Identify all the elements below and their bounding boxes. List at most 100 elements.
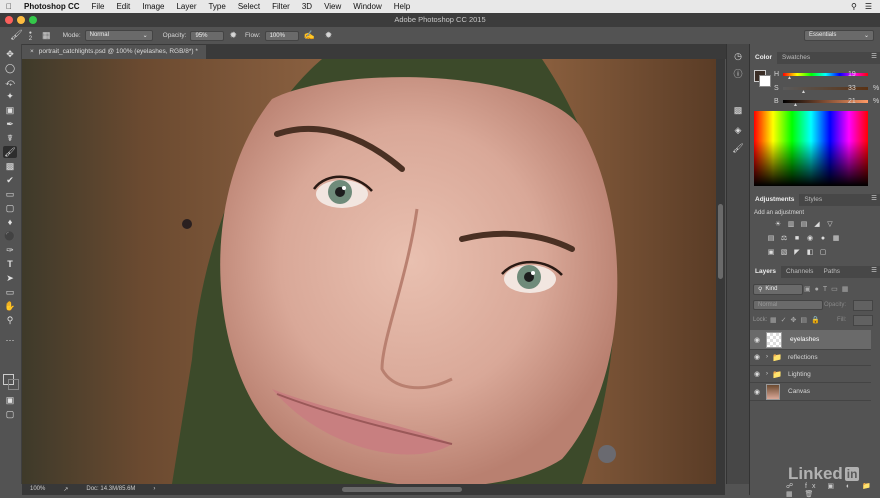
color-balance-adjustment-icon[interactable]: ⚖: [780, 235, 788, 243]
clone-stamp-tool-icon[interactable]: ▩: [3, 160, 17, 172]
levels-adjustment-icon[interactable]: ▥: [787, 221, 795, 229]
apple-menu-icon[interactable]: : [0, 2, 18, 11]
layer-row-eyelashes[interactable]: ◉ eyelashes: [750, 330, 871, 350]
document-canvas[interactable]: [22, 59, 716, 484]
layer-name[interactable]: Lighting: [788, 371, 811, 378]
exposure-adjustment-icon[interactable]: ◢: [813, 221, 821, 229]
pen-tool-icon[interactable]: ✑: [3, 244, 17, 256]
s-value[interactable]: 33: [848, 85, 856, 92]
opacity-field[interactable]: 95%: [190, 30, 225, 41]
background-color-swatch[interactable]: [759, 75, 771, 87]
clone-source-icon[interactable]: ◈: [732, 124, 744, 136]
zoom-tool-icon[interactable]: ⚲: [3, 314, 17, 326]
menu-filter[interactable]: Filter: [266, 2, 296, 11]
photo-filter-adjustment-icon[interactable]: ◉: [806, 235, 814, 243]
saturation-slider-thumb[interactable]: ▲: [801, 89, 806, 95]
visibility-eye-icon[interactable]: ◉: [750, 353, 764, 361]
layer-row-reflections[interactable]: ◉ › 📁 reflections: [750, 349, 871, 366]
pressure-size-icon[interactable]: ✹: [325, 30, 333, 41]
menu-layer[interactable]: Layer: [170, 2, 202, 11]
brush-tool-icon[interactable]: 🖌: [10, 30, 23, 41]
screen-mode-icon[interactable]: ▢: [3, 408, 17, 420]
channel-mixer-adjustment-icon[interactable]: ●: [819, 235, 827, 243]
b-value[interactable]: 21: [848, 98, 856, 105]
brightness-adjustment-icon[interactable]: ☀: [774, 221, 782, 229]
layer-filter-icons[interactable]: ▣●T▭▦: [804, 285, 852, 293]
menu-edit[interactable]: Edit: [110, 2, 136, 11]
color-lookup-adjustment-icon[interactable]: ▦: [832, 235, 840, 243]
menu-type[interactable]: Type: [202, 2, 231, 11]
type-tool-icon[interactable]: T: [3, 258, 17, 270]
menu-view[interactable]: View: [318, 2, 347, 11]
gradient-tool-icon[interactable]: ▢: [3, 202, 17, 214]
lock-icons[interactable]: ▦✓✥▤🔒: [770, 316, 824, 324]
menu-list-icon[interactable]: ☰: [865, 2, 872, 11]
color-spectrum[interactable]: [754, 111, 868, 186]
vertical-scroll-thumb[interactable]: [718, 204, 723, 279]
expand-group-icon[interactable]: ›: [766, 371, 768, 377]
horizontal-scroll-thumb[interactable]: [342, 487, 462, 492]
mode-select[interactable]: Normal ⌄: [84, 30, 153, 41]
fill-field[interactable]: [853, 315, 873, 326]
workspace-select[interactable]: Essentials ⌄: [804, 30, 874, 41]
rectangle-tool-icon[interactable]: ▭: [3, 286, 17, 298]
menu-select[interactable]: Select: [232, 2, 266, 11]
h-value[interactable]: 19: [848, 71, 856, 78]
move-tool-icon[interactable]: ✥: [3, 48, 17, 60]
history-brush-tool-icon[interactable]: ✔: [3, 174, 17, 186]
airbrush-icon[interactable]: ✍: [304, 30, 315, 41]
layer-opacity-field[interactable]: [853, 300, 873, 311]
marquee-tool-icon[interactable]: ◯: [3, 62, 17, 74]
black-white-adjustment-icon[interactable]: ■: [793, 235, 801, 243]
menu-3d[interactable]: 3D: [296, 2, 318, 11]
menu-file[interactable]: File: [86, 2, 111, 11]
pressure-opacity-icon[interactable]: ✹: [229, 30, 237, 41]
visibility-eye-icon[interactable]: ◉: [750, 388, 764, 396]
export-icon[interactable]: ↗: [63, 486, 68, 493]
chevron-right-icon[interactable]: ›: [153, 486, 155, 492]
gradient-map-adjustment-icon[interactable]: ▢: [819, 249, 827, 257]
brush-panel-icon[interactable]: ▦: [42, 30, 51, 41]
tab-channels[interactable]: Channels: [781, 266, 818, 278]
layer-actions[interactable]: ☍ fx ▣ ◐ 📁 ▦ 🗑: [786, 482, 880, 498]
layer-name[interactable]: reflections: [788, 354, 818, 361]
layer-row-canvas[interactable]: ◉ Canvas: [750, 383, 871, 401]
document-tab[interactable]: × portrait_catchlights.psd @ 100% (eyelas…: [22, 45, 206, 59]
search-icon[interactable]: ⚲: [851, 2, 857, 11]
lasso-tool-icon[interactable]: ⤽: [3, 76, 17, 88]
vibrance-adjustment-icon[interactable]: ▽: [826, 221, 834, 229]
tool-presets-icon[interactable]: 🖌: [732, 142, 744, 154]
app-menu[interactable]: Photoshop CC: [18, 2, 86, 11]
layer-name[interactable]: Canvas: [788, 388, 810, 395]
panel-menu-icon[interactable]: ☰: [871, 52, 880, 64]
more-tools-icon[interactable]: ⋯: [3, 334, 17, 346]
blur-tool-icon[interactable]: ♦: [3, 216, 17, 228]
blend-mode-select[interactable]: Normal: [753, 300, 823, 310]
menu-image[interactable]: Image: [136, 2, 170, 11]
menu-window[interactable]: Window: [347, 2, 387, 11]
zoom-level[interactable]: 100%: [30, 486, 45, 492]
vertical-scrollbar[interactable]: [716, 59, 725, 484]
threshold-adjustment-icon[interactable]: ◤: [793, 249, 801, 257]
path-select-tool-icon[interactable]: ➤: [3, 272, 17, 284]
expand-group-icon[interactable]: ›: [766, 354, 768, 360]
tab-styles[interactable]: Styles: [799, 194, 827, 206]
flow-field[interactable]: 100%: [264, 30, 299, 41]
tab-paths[interactable]: Paths: [818, 266, 845, 278]
visibility-eye-icon[interactable]: ◉: [750, 370, 764, 378]
invert-adjustment-icon[interactable]: ▣: [767, 249, 775, 257]
brush-tool-icon[interactable]: 🖌: [3, 146, 17, 158]
hand-tool-icon[interactable]: ✋: [3, 300, 17, 312]
curves-adjustment-icon[interactable]: ▤: [800, 221, 808, 229]
posterize-adjustment-icon[interactable]: ▧: [780, 249, 788, 257]
eraser-tool-icon[interactable]: ▭: [3, 188, 17, 200]
background-color-swatch[interactable]: [8, 379, 19, 390]
history-icon[interactable]: ◷: [732, 50, 744, 62]
panel-menu-icon[interactable]: ☰: [871, 266, 880, 278]
dodge-tool-icon[interactable]: ⚫: [3, 230, 17, 242]
selective-color-adjustment-icon[interactable]: ◧: [806, 249, 814, 257]
brightness-slider-thumb[interactable]: ▲: [793, 102, 798, 108]
close-tab-icon[interactable]: ×: [30, 48, 34, 55]
visibility-eye-icon[interactable]: ◉: [750, 336, 764, 344]
menu-help[interactable]: Help: [388, 2, 416, 11]
